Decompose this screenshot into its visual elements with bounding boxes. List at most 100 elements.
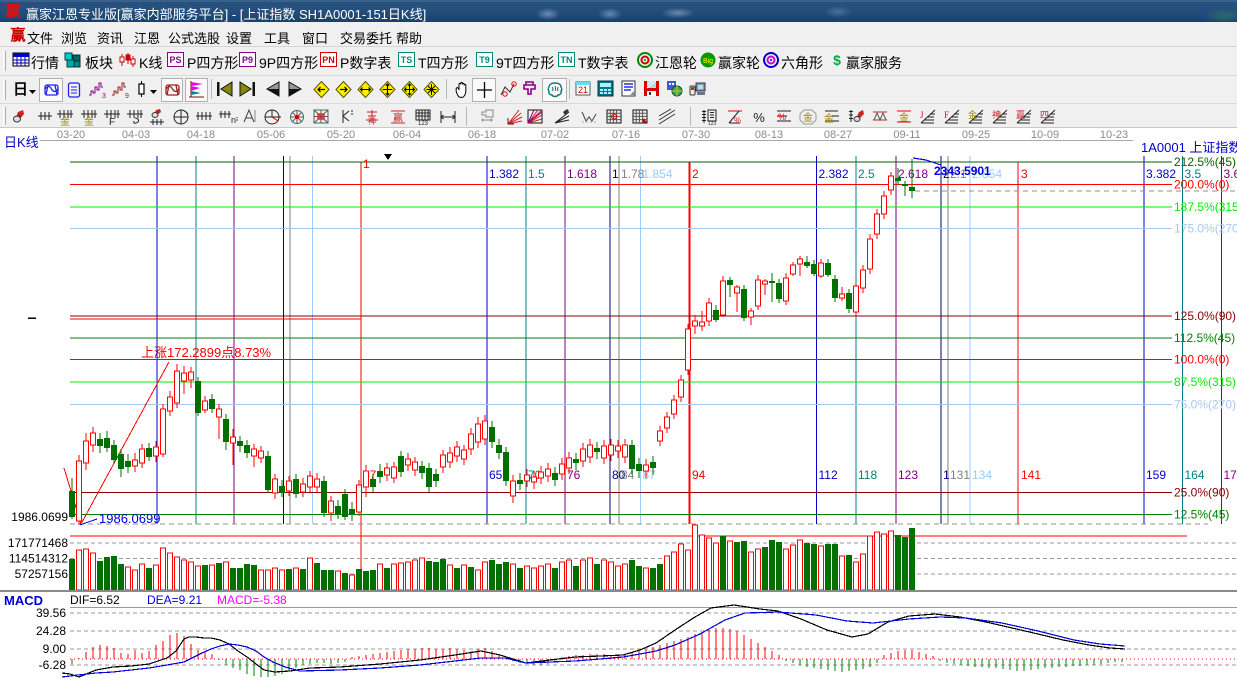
svg-text:金: 金 bbox=[968, 109, 977, 120]
svg-text:1: 1 bbox=[612, 167, 619, 181]
svg-text:123: 123 bbox=[418, 121, 429, 126]
svg-text:3: 3 bbox=[1021, 167, 1028, 181]
svg-text:134: 134 bbox=[972, 468, 992, 482]
svg-text:25.0%(90): 25.0%(90) bbox=[1174, 486, 1229, 500]
svg-text:DEA=9.21: DEA=9.21 bbox=[147, 593, 202, 607]
svg-text:39.56: 39.56 bbox=[36, 606, 66, 620]
svg-text:123: 123 bbox=[898, 468, 918, 482]
svg-text:-6.28: -6.28 bbox=[39, 658, 67, 672]
svg-text:07-02: 07-02 bbox=[541, 129, 569, 141]
svg-text:9.00: 9.00 bbox=[43, 642, 67, 656]
svg-text:1.854: 1.854 bbox=[643, 167, 673, 181]
svg-text:%: % bbox=[778, 112, 786, 122]
svg-text:123: 123 bbox=[708, 121, 717, 126]
svg-text:2343.5901: 2343.5901 bbox=[934, 164, 991, 178]
svg-text:金: 金 bbox=[824, 112, 834, 125]
svg-text:84: 84 bbox=[621, 468, 635, 482]
svg-text:2.382: 2.382 bbox=[819, 167, 849, 181]
svg-text:T9: T9 bbox=[479, 55, 490, 65]
svg-text:PS: PS bbox=[169, 55, 181, 65]
svg-text:08-27: 08-27 bbox=[824, 129, 852, 141]
svg-text:3.382: 3.382 bbox=[1146, 167, 1176, 181]
svg-text:03-20: 03-20 bbox=[57, 129, 85, 141]
svg-text:n²: n² bbox=[231, 115, 238, 125]
svg-text:04-18: 04-18 bbox=[187, 129, 215, 141]
svg-text:1.78: 1.78 bbox=[621, 167, 645, 181]
svg-text:171771468: 171771468 bbox=[8, 536, 68, 550]
svg-text:赢: 赢 bbox=[393, 111, 403, 124]
svg-text:2.618: 2.618 bbox=[898, 167, 928, 181]
svg-text:131: 131 bbox=[950, 468, 970, 482]
svg-text:P9: P9 bbox=[242, 55, 253, 65]
svg-text:118: 118 bbox=[858, 468, 877, 482]
svg-text:TN: TN bbox=[561, 55, 573, 65]
svg-text:1986.0699: 1986.0699 bbox=[11, 510, 68, 524]
svg-text:1: 1 bbox=[943, 468, 950, 482]
svg-text:10-09: 10-09 bbox=[1031, 129, 1059, 141]
svg-text:1986.0699: 1986.0699 bbox=[99, 511, 160, 526]
svg-text:08-13: 08-13 bbox=[755, 129, 783, 141]
svg-text:159: 159 bbox=[1146, 468, 1166, 482]
svg-text:57257156: 57257156 bbox=[15, 567, 69, 581]
svg-text:9: 9 bbox=[125, 93, 129, 99]
svg-text:2.5: 2.5 bbox=[858, 167, 875, 181]
svg-text:75.0%(270): 75.0%(270) bbox=[1174, 398, 1236, 412]
svg-text:06-04: 06-04 bbox=[393, 129, 421, 141]
svg-text:21: 21 bbox=[578, 85, 588, 95]
svg-text:07-30: 07-30 bbox=[682, 129, 710, 141]
svg-text:07-16: 07-16 bbox=[612, 129, 640, 141]
svg-text:04-03: 04-03 bbox=[122, 129, 150, 141]
svg-text:05-06: 05-06 bbox=[257, 129, 285, 141]
svg-text:DIF=6.52: DIF=6.52 bbox=[70, 593, 120, 607]
svg-text:2: 2 bbox=[692, 167, 699, 181]
svg-text:06-18: 06-18 bbox=[468, 129, 496, 141]
svg-text:MACD=-5.38: MACD=-5.38 bbox=[217, 593, 287, 607]
svg-text:175.0%(270): 175.0%(270) bbox=[1174, 222, 1237, 236]
svg-text:J: J bbox=[920, 110, 924, 120]
svg-text:$: $ bbox=[833, 52, 841, 68]
svg-text:四: 四 bbox=[1040, 110, 1049, 120]
svg-text:TS: TS bbox=[401, 55, 413, 65]
svg-text:24.28: 24.28 bbox=[36, 624, 66, 638]
svg-text:赢: 赢 bbox=[1016, 109, 1025, 120]
svg-text:141: 141 bbox=[1021, 468, 1041, 482]
svg-text:09-25: 09-25 bbox=[962, 129, 990, 141]
svg-text:164: 164 bbox=[1185, 468, 1205, 482]
svg-text:114514312: 114514312 bbox=[9, 552, 69, 566]
svg-text:94: 94 bbox=[692, 468, 706, 482]
svg-text:F: F bbox=[944, 110, 949, 120]
svg-text:日K线: 日K线 bbox=[4, 135, 39, 150]
svg-text:%: % bbox=[753, 110, 765, 125]
svg-text:3: 3 bbox=[102, 93, 106, 99]
svg-text:金: 金 bbox=[84, 115, 94, 126]
svg-text:1.5: 1.5 bbox=[528, 167, 545, 181]
svg-text:F: F bbox=[109, 117, 115, 126]
svg-text:09-11: 09-11 bbox=[893, 129, 920, 141]
svg-text:3.618: 3.618 bbox=[1224, 167, 1237, 181]
svg-text:1A0001 上证指数: 1A0001 上证指数 bbox=[1141, 140, 1237, 155]
svg-text:神: 神 bbox=[368, 116, 376, 126]
svg-text:金: 金 bbox=[899, 111, 909, 124]
svg-text:10-23: 10-23 bbox=[1100, 129, 1128, 141]
svg-text:金: 金 bbox=[60, 115, 70, 126]
svg-text:170: 170 bbox=[1224, 468, 1237, 482]
svg-text:12.5%(45): 12.5%(45) bbox=[1174, 508, 1229, 522]
svg-text:%: % bbox=[734, 116, 741, 125]
svg-text:1: 1 bbox=[363, 157, 370, 171]
svg-text:200.0%(0): 200.0%(0) bbox=[1174, 178, 1229, 192]
svg-text:PN: PN bbox=[322, 55, 335, 65]
svg-text:Big: Big bbox=[703, 58, 713, 65]
svg-text:05-20: 05-20 bbox=[327, 129, 355, 141]
svg-text:赢: 赢 bbox=[5, 2, 20, 20]
svg-text:金: 金 bbox=[803, 111, 813, 124]
svg-text:1.382: 1.382 bbox=[489, 167, 519, 181]
svg-text:3.5: 3.5 bbox=[1185, 167, 1202, 181]
svg-text:赢: 赢 bbox=[10, 26, 25, 43]
svg-text:神: 神 bbox=[992, 109, 1001, 120]
svg-text:187.5%(315): 187.5%(315) bbox=[1174, 200, 1237, 214]
svg-text:112.5%(45): 112.5%(45) bbox=[1174, 331, 1235, 345]
svg-text:65: 65 bbox=[489, 468, 503, 482]
svg-text:上涨172.2899点8.73%: 上涨172.2899点8.73% bbox=[141, 345, 272, 360]
svg-text:112: 112 bbox=[819, 468, 838, 482]
svg-text:125.0%(90): 125.0%(90) bbox=[1174, 309, 1236, 323]
